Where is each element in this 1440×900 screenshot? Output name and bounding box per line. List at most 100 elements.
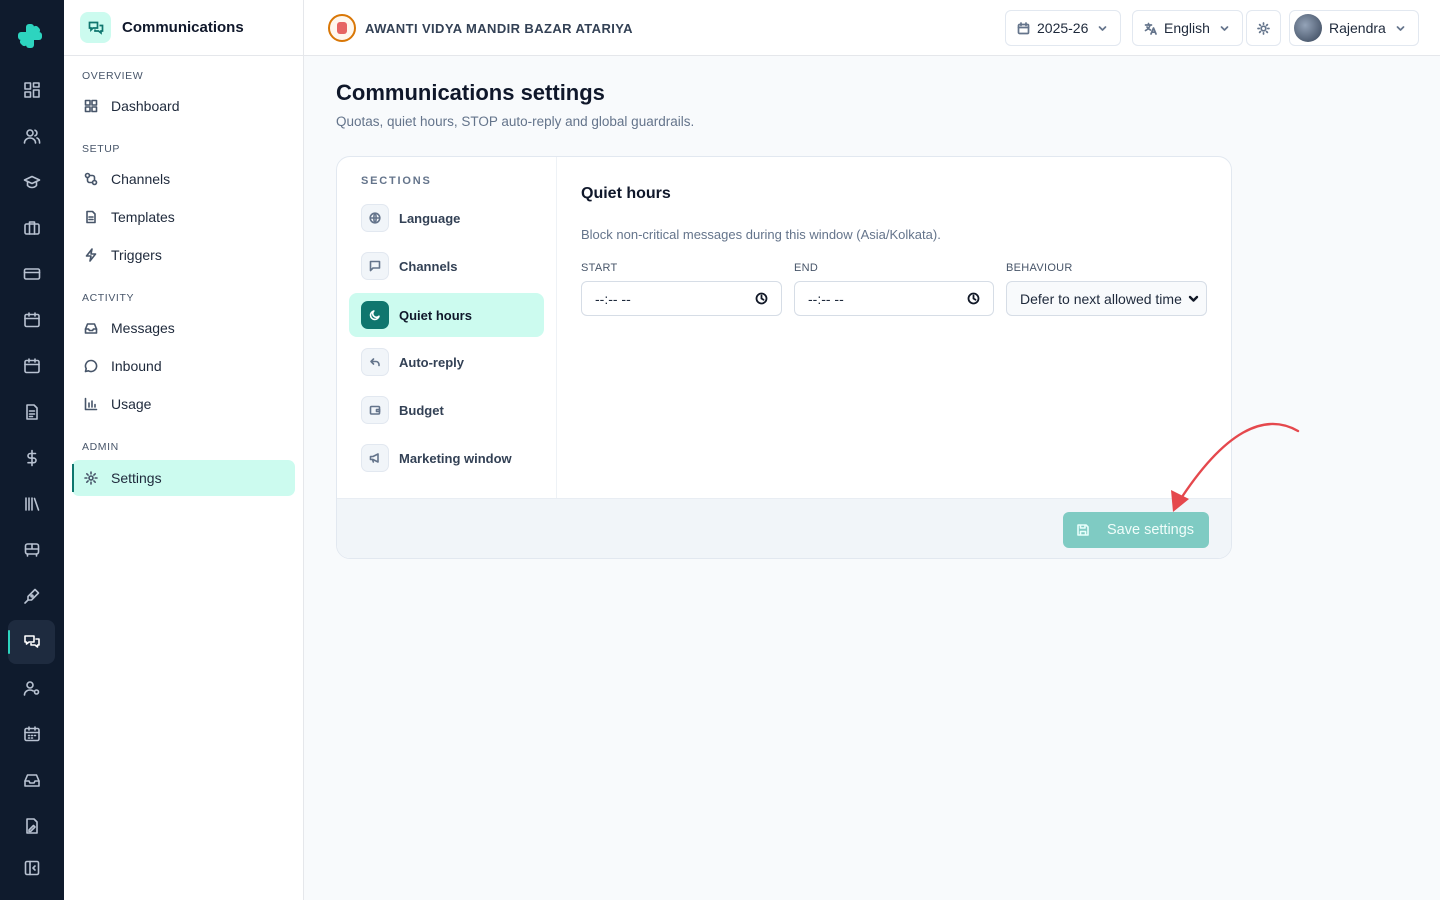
start-time-value: --:-- -- — [595, 290, 631, 307]
group-label-activity: ACTIVITY — [82, 292, 135, 304]
sidebar-item-dashboard[interactable]: Dashboard — [72, 88, 295, 124]
card-footer: Save settings — [337, 498, 1231, 558]
inbox-icon — [84, 323, 98, 334]
clock-icon[interactable] — [967, 292, 980, 305]
page-subtitle: Quotas, quiet hours, STOP auto-reply and… — [336, 114, 695, 129]
wallet-icon — [361, 396, 389, 424]
end-label: END — [794, 262, 819, 274]
sidebar-item-triggers[interactable]: Triggers — [72, 237, 295, 273]
save-settings-label: Save settings — [1107, 522, 1195, 538]
group-label-overview: OVERVIEW — [82, 70, 144, 82]
save-icon — [1077, 524, 1089, 536]
avatar — [1294, 14, 1322, 42]
rail-communications-icon[interactable] — [8, 620, 55, 664]
chat-bubble-icon — [84, 359, 98, 373]
sun-icon — [1257, 21, 1270, 35]
settings-card: SECTIONS Language Channels Quiet hours A… — [336, 156, 1232, 559]
rail-card-icon[interactable] — [8, 252, 55, 296]
lightning-icon — [85, 248, 97, 262]
school-identity: AWANTI VIDYA MANDIR BAZAR ATARIYA — [328, 14, 633, 42]
chevron-down-icon — [1099, 25, 1107, 31]
rail-document-icon[interactable] — [8, 390, 55, 434]
module-sidebar: Communications OVERVIEW Dashboard SETUP … — [64, 0, 304, 900]
start-label: START — [581, 262, 618, 274]
clock-icon[interactable] — [755, 292, 768, 305]
section-item-auto-reply[interactable]: Auto-reply — [349, 340, 544, 384]
sidebar-item-channels[interactable]: Channels — [72, 161, 295, 197]
module-title: Communications — [122, 19, 244, 36]
rail-inbox-icon[interactable] — [8, 758, 55, 802]
group-label-admin: ADMIN — [82, 441, 119, 453]
dashboard-icon — [84, 99, 98, 113]
group-label-setup: SETUP — [82, 143, 121, 155]
section-item-language[interactable]: Language — [349, 196, 544, 240]
sidebar-item-label: Messages — [111, 320, 175, 336]
sidebar-item-messages[interactable]: Messages — [72, 310, 295, 346]
user-menu-button[interactable]: Rajendra — [1289, 10, 1419, 46]
rail-collapse-icon[interactable] — [8, 846, 55, 890]
sidebar-item-label: Settings — [111, 470, 162, 486]
app-rail — [0, 0, 64, 900]
start-time-input[interactable]: --:-- -- — [581, 281, 782, 316]
sidebar-item-label: Inbound — [111, 358, 162, 374]
sidebar-item-label: Channels — [111, 171, 171, 187]
reply-icon — [361, 348, 389, 376]
rail-dashboard-icon[interactable] — [8, 68, 55, 112]
module-header: Communications — [64, 0, 303, 56]
sidebar-item-templates[interactable]: Templates — [72, 199, 295, 235]
rail-user-settings-icon[interactable] — [8, 666, 55, 710]
academic-year-select[interactable]: 2025-26 — [1005, 10, 1122, 46]
rail-bus-icon[interactable] — [8, 528, 55, 572]
behaviour-select[interactable]: Defer to next allowed time — [1006, 281, 1207, 316]
rail-briefcase-icon[interactable] — [8, 206, 55, 250]
section-item-label: Budget — [399, 402, 444, 418]
rail-file-edit-icon[interactable] — [8, 804, 55, 848]
save-settings-button[interactable]: Save settings — [1063, 512, 1209, 548]
section-item-label: Quiet hours — [399, 307, 472, 323]
rail-calendar-icon[interactable] — [8, 298, 55, 342]
sections-nav: SECTIONS Language Channels Quiet hours A… — [337, 157, 557, 498]
school-logo — [328, 14, 356, 42]
academic-year-value: 2025-26 — [1037, 20, 1089, 36]
rail-graduation-icon[interactable] — [8, 160, 55, 204]
sidebar-item-usage[interactable]: Usage — [72, 386, 295, 422]
app-logo-icon[interactable] — [16, 22, 44, 50]
moon-icon — [361, 301, 389, 329]
section-item-label: Language — [399, 210, 461, 226]
sidebar-item-inbound[interactable]: Inbound — [72, 348, 295, 384]
chevron-down-icon — [1396, 25, 1405, 31]
school-name: AWANTI VIDYA MANDIR BAZAR ATARIYA — [365, 20, 633, 36]
topbar: AWANTI VIDYA MANDIR BAZAR ATARIYA 2025-2… — [304, 0, 1440, 56]
language-select[interactable]: English — [1132, 10, 1243, 46]
sidebar-item-label: Triggers — [111, 247, 162, 263]
rail-calendar-alt-icon[interactable] — [8, 344, 55, 388]
bar-chart-icon — [84, 397, 98, 411]
end-time-input[interactable]: --:-- -- — [794, 281, 994, 316]
translate-icon — [1144, 22, 1157, 35]
section-item-label: Channels — [399, 258, 458, 274]
rail-library-icon[interactable] — [8, 482, 55, 526]
page-title: Communications settings — [336, 80, 605, 105]
sidebar-item-label: Usage — [111, 396, 152, 412]
section-item-budget[interactable]: Budget — [349, 388, 544, 432]
end-time-value: --:-- -- — [808, 290, 844, 307]
template-file-icon — [86, 210, 96, 224]
sections-heading: SECTIONS — [361, 175, 432, 187]
sidebar-item-label: Templates — [111, 209, 175, 225]
user-name: Rajendra — [1329, 20, 1386, 36]
section-item-label: Marketing window — [399, 450, 512, 466]
sidebar-item-settings[interactable]: Settings — [72, 460, 295, 496]
calendar-icon — [1017, 21, 1030, 34]
channels-icon — [84, 172, 98, 186]
section-item-quiet-hours[interactable]: Quiet hours — [349, 293, 544, 337]
language-value: English — [1164, 20, 1210, 36]
theme-toggle-button[interactable] — [1246, 10, 1281, 46]
section-item-marketing-window[interactable]: Marketing window — [349, 436, 544, 480]
rail-pen-icon[interactable] — [8, 574, 55, 618]
rail-users-icon[interactable] — [8, 114, 55, 158]
section-item-channels[interactable]: Channels — [349, 244, 544, 288]
chevron-down-icon — [1188, 295, 1199, 302]
rail-schedule-icon[interactable] — [8, 712, 55, 756]
behaviour-value: Defer to next allowed time — [1020, 290, 1182, 307]
rail-dollar-icon[interactable] — [8, 436, 55, 480]
